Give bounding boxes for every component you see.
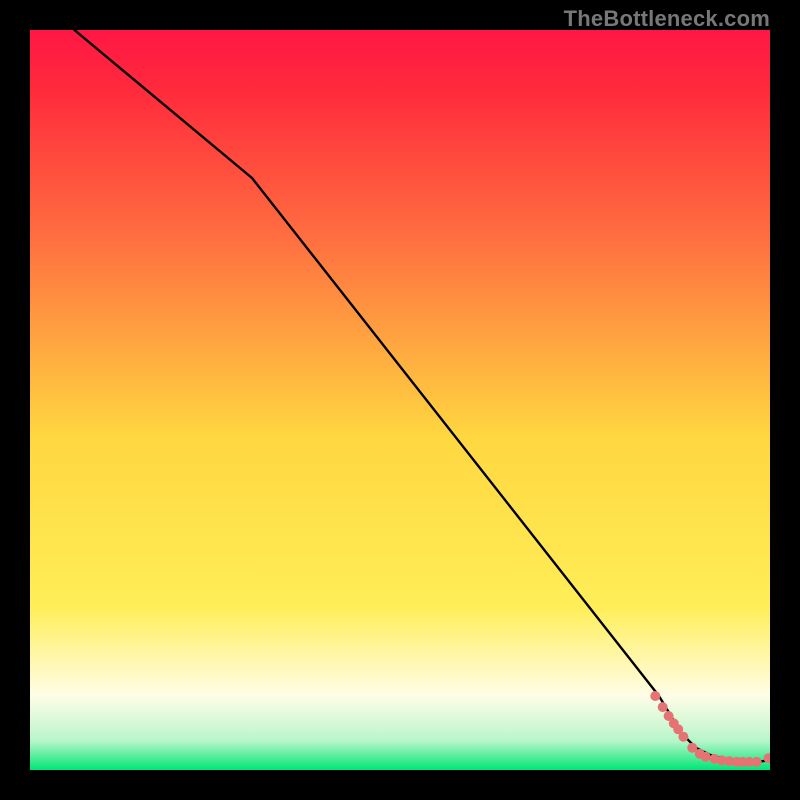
data-points xyxy=(650,691,770,767)
data-point xyxy=(658,702,668,712)
chart-frame: TheBottleneck.com xyxy=(0,0,800,800)
bottleneck-curve xyxy=(74,30,770,762)
data-point xyxy=(650,691,660,701)
data-point xyxy=(678,732,688,742)
data-point xyxy=(752,757,762,767)
watermark-label: TheBottleneck.com xyxy=(564,6,770,32)
data-layer xyxy=(30,30,770,770)
plot-area xyxy=(30,30,770,770)
data-point xyxy=(701,752,711,762)
